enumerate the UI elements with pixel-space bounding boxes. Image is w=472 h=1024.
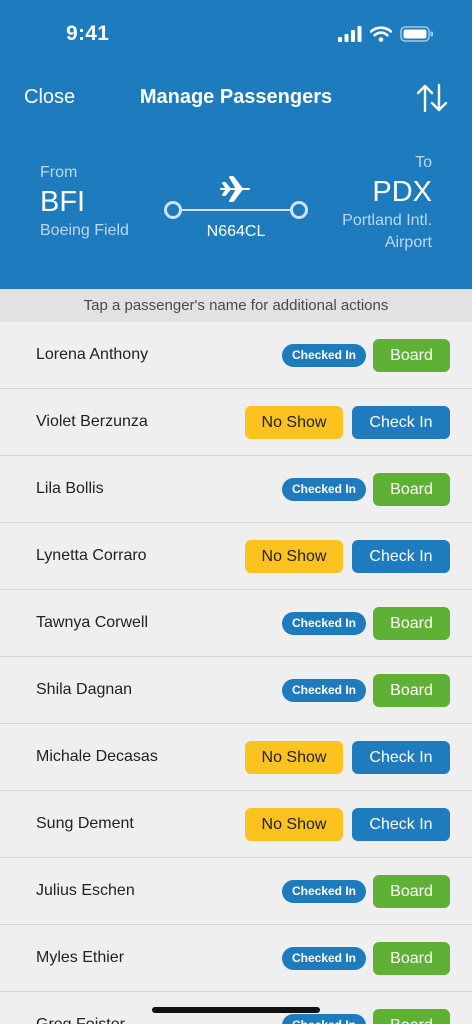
passenger-row: Lila Bollis Checked In Board [0, 456, 472, 523]
passenger-name[interactable]: Tawnya Corwell [36, 590, 148, 656]
passenger-name[interactable]: Michale Decasas [36, 724, 158, 790]
to-label: To [415, 154, 432, 171]
origin-dot [164, 201, 182, 219]
from-label: From [40, 164, 78, 181]
checked-in-badge: Checked In [281, 947, 366, 970]
passenger-row: Shila Dagnan Checked In Board [0, 657, 472, 724]
hint-text: Tap a passenger's name for additional ac… [0, 289, 472, 322]
destination-name: Portland Intl. Airport [342, 212, 432, 251]
passenger-name[interactable]: Lynetta Corraro [36, 523, 147, 589]
board-button[interactable]: Board [373, 674, 450, 707]
destination-code: PDX [372, 176, 432, 208]
checked-in-badge: Checked In [281, 679, 366, 702]
no-show-button[interactable]: No Show [245, 808, 343, 841]
cellular-signal-icon [338, 26, 362, 42]
passenger-row: Michale Decasas No Show Check In [0, 724, 472, 791]
no-show-button[interactable]: No Show [245, 406, 343, 439]
passenger-row: Julius Eschen Checked In Board [0, 858, 472, 925]
status-bar: 9:41 [0, 0, 472, 70]
flight-header: 9:41 Close Manage Passengers From BFI Bo… [0, 0, 472, 289]
home-indicator [152, 1007, 320, 1013]
sort-arrows-icon[interactable] [416, 82, 448, 114]
battery-icon [400, 26, 433, 42]
passenger-list: Lorena Anthony Checked In Board Violet Berz… [0, 322, 472, 1024]
tail-number: N664CL [206, 223, 266, 240]
board-button[interactable]: Board [373, 607, 450, 640]
flight-route: N664CL [162, 172, 310, 242]
passenger-row: Myles Ethier Checked In Board [0, 925, 472, 992]
check-in-button[interactable]: Check In [352, 808, 450, 841]
checked-in-badge: Checked In [281, 880, 366, 903]
passenger-name[interactable]: Violet Berzunza [36, 389, 148, 455]
destination-dot [290, 201, 308, 219]
passenger-name[interactable]: Julius Eschen [36, 858, 135, 924]
passenger-name[interactable]: Myles Ethier [36, 925, 124, 991]
no-show-button[interactable]: No Show [245, 540, 343, 573]
close-button[interactable]: Close [24, 86, 75, 109]
checked-in-badge: Checked In [281, 344, 366, 367]
origin-airport: From BFI Boeing Field [40, 164, 129, 242]
board-button[interactable]: Board [373, 473, 450, 506]
passenger-name[interactable]: Sung Dement [36, 791, 134, 857]
origin-name: Boeing Field [40, 222, 129, 239]
passenger-row: Lynetta Corraro No Show Check In [0, 523, 472, 590]
board-button[interactable]: Board [373, 1009, 450, 1024]
route-line [180, 209, 292, 211]
destination-airport: To PDX Portland Intl. Airport [322, 154, 432, 254]
check-in-button[interactable]: Check In [352, 540, 450, 573]
passenger-name[interactable]: Shila Dagnan [36, 657, 132, 723]
passenger-name[interactable]: Greg Foister [36, 992, 125, 1024]
check-in-button[interactable]: Check In [352, 406, 450, 439]
status-icons [338, 26, 434, 42]
airplane-icon [220, 176, 250, 202]
board-button[interactable]: Board [373, 942, 450, 975]
passenger-name[interactable]: Lila Bollis [36, 456, 104, 522]
passenger-row: Sung Dement No Show Check In [0, 791, 472, 858]
no-show-button[interactable]: No Show [245, 741, 343, 774]
wifi-icon [370, 26, 392, 42]
passenger-name[interactable]: Lorena Anthony [36, 322, 148, 388]
status-time: 9:41 [66, 22, 110, 45]
passenger-row: Violet Berzunza No Show Check In [0, 389, 472, 456]
checked-in-badge: Checked In [281, 478, 366, 501]
check-in-button[interactable]: Check In [352, 741, 450, 774]
passenger-row: Tawnya Corwell Checked In Board [0, 590, 472, 657]
board-button[interactable]: Board [373, 875, 450, 908]
checked-in-badge: Checked In [281, 1014, 366, 1024]
origin-code: BFI [40, 186, 86, 218]
passenger-row: Lorena Anthony Checked In Board [0, 322, 472, 389]
board-button[interactable]: Board [373, 339, 450, 372]
checked-in-badge: Checked In [281, 612, 366, 635]
